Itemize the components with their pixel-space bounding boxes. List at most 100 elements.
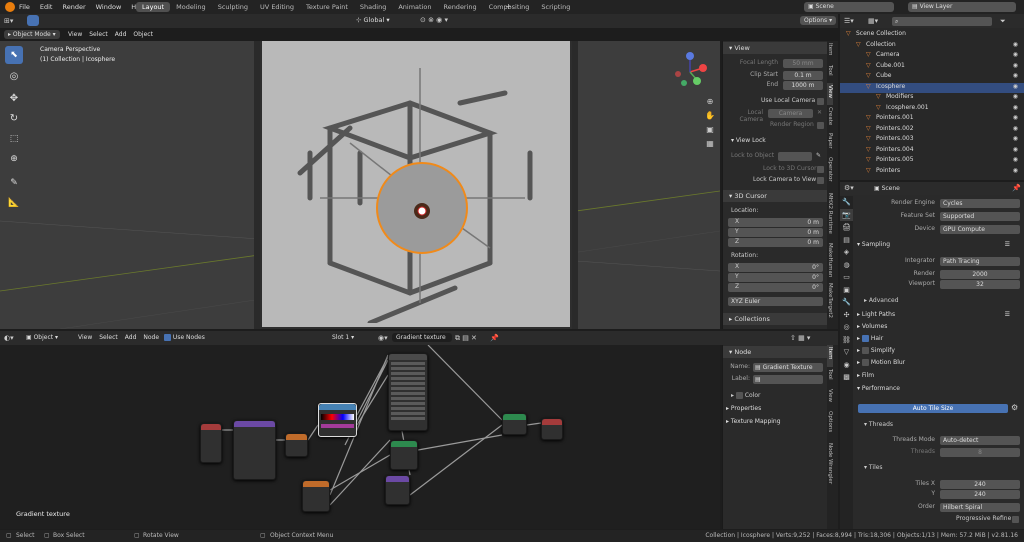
cursor-rot-x[interactable]: 0° [728, 263, 823, 272]
menu-object[interactable]: Object [133, 31, 153, 38]
render-region-checkbox[interactable] [817, 122, 824, 129]
npanel-tab-create[interactable]: Create [827, 105, 833, 131]
use-nodes-checkbox[interactable] [164, 334, 171, 341]
eye-icon[interactable]: ◉ [1013, 72, 1018, 79]
eye-icon[interactable]: ◉ [1013, 114, 1018, 121]
integrator-dropdown[interactable]: Path Tracing [940, 257, 1020, 266]
tiles-subpanel[interactable]: ▾ Tiles [854, 464, 1024, 474]
outliner-item[interactable]: ▽ Pointers ◉ [840, 167, 1024, 178]
mode-dropdown[interactable]: ▸ Object Mode ▾ [4, 30, 60, 39]
texture-mapping-subpanel[interactable]: ▸ Texture Mapping [723, 418, 827, 428]
node-mix-shader[interactable] [390, 440, 418, 470]
outliner-funnel-icon[interactable]: ⏷ [1000, 17, 1006, 26]
modifier-props-icon[interactable]: 🔧 [840, 296, 853, 309]
npanel-tab-makehuman[interactable]: MakeHuman [827, 241, 833, 281]
outliner-item[interactable]: ▽ Pointers.004 ◉ [840, 146, 1024, 157]
progressive-refine-checkbox[interactable] [1012, 516, 1019, 523]
view-lock-subpanel[interactable]: ▾ View Lock [723, 137, 827, 147]
tab-texture-paint[interactable]: Texture Paint [300, 2, 354, 12]
node-tab-options[interactable]: Options [827, 409, 833, 441]
node-canvas[interactable]: Gradient texture [0, 345, 720, 529]
properties-pin-icon[interactable]: 📌 [1012, 184, 1021, 192]
outliner-item[interactable]: ▽ Pointers.002 ◉ [840, 125, 1024, 136]
eye-icon[interactable]: ◉ [1013, 93, 1018, 100]
select-mode-button[interactable] [27, 15, 39, 26]
use-nodes-toggle[interactable]: Use Nodes [164, 334, 205, 341]
menu-add[interactable]: Add [115, 31, 127, 38]
threads-field[interactable]: 8 [940, 448, 1020, 457]
node-texture-coordinate[interactable] [200, 423, 222, 463]
lock-3d-cursor-checkbox[interactable] [817, 166, 824, 173]
scene-props-icon[interactable]: ◈ [840, 246, 853, 259]
npanel-tab-view[interactable]: View [827, 83, 833, 105]
eye-icon[interactable]: ◉ [1013, 62, 1018, 69]
motion-blur-checkbox[interactable] [861, 359, 869, 366]
clear-icon[interactable]: ✕ [817, 109, 822, 116]
tab-layout[interactable]: Layout [136, 2, 171, 12]
world-props-icon[interactable]: ◍ [840, 259, 853, 272]
node-shader-mix[interactable] [502, 413, 527, 435]
outliner-item[interactable]: ▽ Cube.001 ◉ [840, 62, 1024, 73]
performance-panel[interactable]: ▾ Performance [854, 385, 1024, 395]
properties-subpanel[interactable]: ▸ Properties [723, 405, 827, 415]
options-dropdown[interactable]: Options ▾ [800, 16, 837, 25]
output-props-icon[interactable]: 🖨 [840, 221, 853, 234]
outliner-item[interactable]: ▽ Collection ◉ [840, 41, 1024, 52]
outliner-item[interactable]: ▽ Pointers.003 ◉ [840, 135, 1024, 146]
cursor-panel-header[interactable]: ▾ 3D Cursor [723, 190, 827, 202]
node-view-icons[interactable]: ⇧ ▦ ▾ [790, 334, 810, 342]
outliner-item[interactable]: ▽ Icosphere.001 ◉ [840, 104, 1024, 115]
collection-props-icon[interactable]: ▭ [840, 271, 853, 284]
tab-uv-editing[interactable]: UV Editing [254, 2, 300, 12]
zoom-icon[interactable]: ⊕ [704, 95, 716, 109]
select-tool-icon[interactable]: ⬉ [5, 46, 23, 64]
eye-icon[interactable]: ◉ [1013, 125, 1018, 132]
tab-rendering[interactable]: Rendering [437, 2, 482, 12]
object-type-dropdown[interactable]: ▣ Object ▾ [26, 334, 58, 341]
orientation-dropdown[interactable]: ⊹ Global ▾ [356, 16, 390, 24]
data-props-icon[interactable]: ▽ [840, 346, 853, 359]
scene-selector[interactable]: ▣ Scene [804, 2, 894, 12]
npanel-tab-tool[interactable]: Tool [827, 63, 833, 83]
eye-icon[interactable]: ◉ [1013, 146, 1018, 153]
node-menu-add[interactable]: Add [125, 334, 137, 341]
camera-view-icon[interactable]: ▣ [704, 123, 716, 137]
eye-icon[interactable]: ◉ [1013, 167, 1018, 174]
render-props-icon[interactable]: 📷 [840, 208, 853, 221]
tab-modeling[interactable]: Modeling [170, 2, 212, 12]
device-dropdown[interactable]: GPU Compute [940, 225, 1020, 234]
outliner-item[interactable]: ▽ Modifiers ◉ [840, 93, 1024, 104]
move-tool-icon[interactable]: ✥ [5, 90, 23, 108]
npanel-tab-paper[interactable]: Paper [827, 131, 833, 155]
pan-icon[interactable]: ✋ [704, 109, 716, 123]
add-workspace-icon[interactable]: + [505, 2, 512, 11]
snap-icon[interactable]: ⊙ ⊗ ◉ ▾ [420, 16, 448, 24]
tab-animation[interactable]: Animation [392, 2, 437, 12]
list-icon[interactable]: ☰ [1005, 311, 1010, 318]
menu-file[interactable]: File [19, 3, 30, 11]
rotate-tool-icon[interactable]: ↻ [5, 110, 23, 128]
cursor-tool-icon[interactable]: ◎ [5, 68, 23, 86]
viewport-samples-field[interactable]: 32 [940, 280, 1020, 289]
eye-icon[interactable]: ◉ [1013, 104, 1018, 111]
tool-props-icon[interactable]: 🔧 [840, 196, 853, 209]
node-name-field[interactable]: ▤ Gradient Texture [753, 363, 823, 372]
node-math-b[interactable] [302, 480, 330, 512]
cursor-loc-x[interactable]: 0 m [728, 218, 823, 227]
simplify-checkbox[interactable] [861, 347, 869, 354]
node-menu-view[interactable]: View [78, 334, 92, 341]
local-camera-field[interactable]: Camera [768, 109, 813, 118]
material-name-field[interactable]: Gradient texture [392, 333, 452, 342]
pin-icon[interactable]: 📌 [490, 334, 499, 342]
node-tab-view[interactable]: View [827, 387, 833, 409]
navigation-gizmo[interactable] [670, 50, 710, 90]
physics-props-icon[interactable]: ◎ [840, 321, 853, 334]
cursor-rot-y[interactable]: 0° [728, 273, 823, 282]
feature-set-dropdown[interactable]: Supported [940, 212, 1020, 221]
tab-shading[interactable]: Shading [354, 2, 392, 12]
scale-tool-icon[interactable]: ⬚ [5, 130, 23, 148]
menu-edit[interactable]: Edit [40, 3, 53, 11]
outliner-search[interactable]: ⌕ [892, 17, 992, 26]
cursor-loc-y[interactable]: 0 m [728, 228, 823, 237]
outliner-item[interactable]: ▽ Scene Collection [840, 30, 1024, 41]
